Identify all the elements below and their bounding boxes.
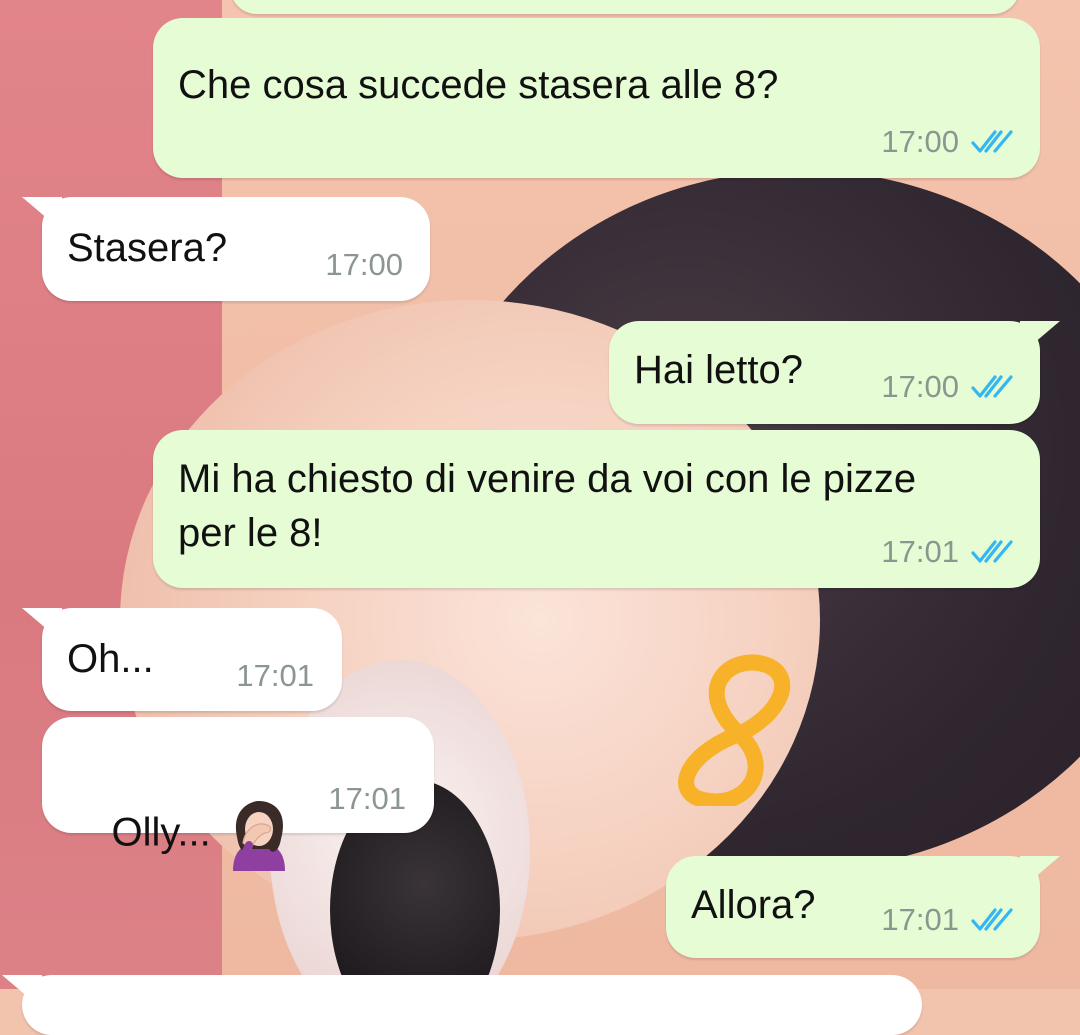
bubble-tail <box>2 975 42 1009</box>
message-text: Oh... <box>67 637 154 681</box>
message-meta: 17:00 <box>881 124 1015 160</box>
message-incoming[interactable]: Stasera? 17:00 <box>22 197 430 301</box>
double-check-icon <box>971 375 1013 398</box>
message-time: 17:01 <box>881 902 959 937</box>
message-incoming[interactable]: Oh... 17:01 <box>22 608 342 711</box>
message-time: 17:01 <box>881 534 959 569</box>
message-time: 17:01 <box>328 781 406 816</box>
message-outgoing[interactable]: Che cosa succede stasera alle 8? 17:00 <box>153 18 1040 178</box>
message-outgoing[interactable]: Mi ha chiesto di venire da voi con le pi… <box>153 430 1040 588</box>
message-text-content: Olly... <box>111 810 211 855</box>
message-time: 17:00 <box>881 369 959 404</box>
message-time: 17:00 <box>325 247 403 282</box>
message-outgoing[interactable]: Allora? 17:01 <box>666 856 1060 958</box>
handwritten-eight-annotation <box>678 654 791 806</box>
message-text: Olly... <box>67 745 295 925</box>
message-text: Allora? <box>691 883 816 927</box>
message-text: Che cosa succede stasera alle 8? <box>178 63 779 107</box>
double-check-icon <box>971 540 1013 563</box>
double-check-icon <box>971 908 1013 931</box>
woman-facepalming-icon <box>232 801 285 871</box>
message-meta: 17:01 <box>881 902 1015 938</box>
message-meta: 17:00 <box>325 247 403 283</box>
message-time: 17:00 <box>881 124 959 159</box>
message-time: 17:01 <box>236 658 314 693</box>
message-text: Stasera? <box>67 226 228 270</box>
message-meta: 17:00 <box>881 369 1015 405</box>
double-check-icon <box>971 130 1013 153</box>
message-meta: 17:01 <box>881 534 1015 570</box>
message-incoming[interactable] <box>2 975 922 1035</box>
message-text: Mi ha chiesto di venire da voi con le pi… <box>178 457 928 555</box>
message-meta: 17:01 <box>236 658 314 694</box>
message-outgoing[interactable] <box>230 0 1020 14</box>
message-text: Hai letto? <box>634 348 803 392</box>
message-incoming[interactable]: Olly... 17:01 <box>42 717 434 871</box>
message-outgoing[interactable]: Hai letto? 17:00 <box>609 321 1060 424</box>
message-meta: 17:01 <box>328 781 406 817</box>
